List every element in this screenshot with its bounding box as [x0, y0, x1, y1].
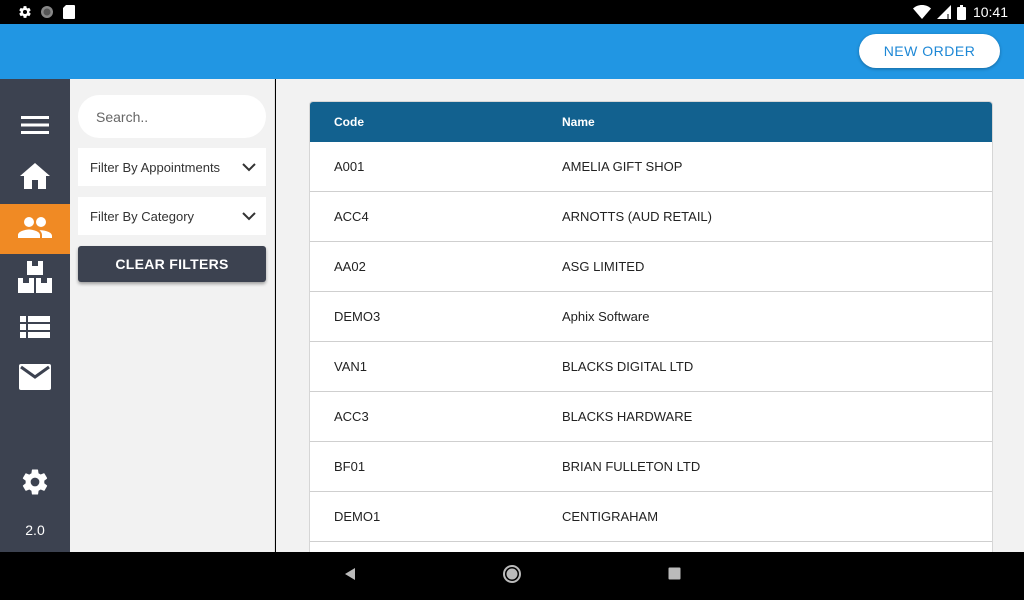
row-code: ACC3 — [334, 409, 369, 424]
customer-table: Code Name A001 AMELIA GIFT SHOP ACC4 ARN… — [309, 101, 993, 552]
search-input[interactable] — [78, 95, 266, 138]
main-content: Code Name A001 AMELIA GIFT SHOP ACC4 ARN… — [276, 79, 1024, 552]
row-code: ACC4 — [334, 209, 369, 224]
recents-button[interactable] — [664, 566, 684, 586]
table-row[interactable]: VAN1 BLACKS DIGITAL LTD — [310, 342, 992, 392]
back-icon — [343, 567, 357, 586]
row-code: BF01 — [334, 459, 366, 474]
table-row[interactable]: A001 AMELIA GIFT SHOP — [310, 142, 992, 192]
nav-rail: 2.0 — [0, 79, 70, 552]
table-row[interactable]: ACC3 BLACKS HARDWARE — [310, 392, 992, 442]
row-name: BLACKS DIGITAL LTD — [562, 359, 694, 374]
row-code: DEMO1 — [334, 509, 381, 524]
nav-list[interactable] — [0, 304, 70, 354]
filter-category-select[interactable]: Filter By Category — [78, 197, 266, 235]
wifi-icon — [912, 5, 931, 19]
nav-mail[interactable] — [0, 354, 70, 404]
table-row[interactable]: DEMO1 CENTIGRAHAM — [310, 492, 992, 542]
settings-icon — [18, 5, 32, 19]
table-row[interactable] — [310, 542, 992, 552]
row-name: CENTIGRAHAM — [562, 509, 659, 524]
new-order-button[interactable]: NEW ORDER — [859, 34, 1000, 68]
row-code: AA02 — [334, 259, 366, 274]
products-icon — [18, 260, 52, 298]
row-name: Aphix Software — [562, 309, 650, 324]
signal-icon — [936, 5, 951, 19]
status-bar: 10:41 — [0, 0, 1024, 24]
circle-icon — [40, 5, 54, 19]
sd-card-icon — [62, 5, 76, 19]
chevron-down-icon — [242, 208, 256, 227]
system-nav-bar — [0, 552, 1024, 600]
recents-icon — [668, 567, 681, 585]
filter-appointments-label: Filter By Appointments — [90, 159, 221, 175]
nav-products[interactable] — [0, 254, 70, 304]
nav-home[interactable] — [0, 153, 70, 203]
table-row[interactable]: AA02 ASG LIMITED — [310, 242, 992, 292]
row-name: ARNOTTS (AUD RETAIL) — [562, 209, 712, 224]
clear-filters-button[interactable]: CLEAR FILTERS — [78, 246, 266, 282]
row-name: AMELIA GIFT SHOP — [562, 159, 683, 174]
column-header-code: Code — [334, 115, 364, 129]
clock: 10:41 — [972, 4, 1008, 20]
column-header-name: Name — [562, 115, 595, 129]
table-row[interactable]: ACC4 ARNOTTS (AUD RETAIL) — [310, 192, 992, 242]
filter-appointments-select[interactable]: Filter By Appointments — [78, 148, 266, 186]
home-circle-icon — [503, 564, 521, 588]
row-name: ASG LIMITED — [562, 259, 645, 274]
filter-category-label: Filter By Category — [90, 208, 195, 224]
app-version: 2.0 — [25, 522, 45, 538]
home-icon — [20, 162, 50, 194]
table-row[interactable]: BF01 BRIAN FULLETON LTD — [310, 442, 992, 492]
row-code: VAN1 — [334, 359, 367, 374]
nav-settings[interactable] — [0, 459, 70, 509]
list-icon — [20, 315, 50, 343]
app-bar: NEW ORDER — [0, 24, 1024, 79]
row-code: A001 — [334, 159, 365, 174]
nav-customers[interactable] — [0, 204, 70, 254]
back-button[interactable] — [340, 566, 360, 586]
table-row[interactable]: DEMO3 Aphix Software — [310, 292, 992, 342]
menu-button[interactable] — [0, 102, 70, 152]
menu-icon — [21, 115, 49, 140]
settings-icon — [20, 467, 50, 502]
table-header: Code Name — [310, 102, 992, 142]
chevron-down-icon — [242, 159, 256, 178]
row-code: DEMO3 — [334, 309, 381, 324]
row-name: BRIAN FULLETON LTD — [562, 459, 701, 474]
home-button[interactable] — [502, 564, 522, 588]
row-name: BLACKS HARDWARE — [562, 409, 693, 424]
customers-icon — [18, 216, 52, 243]
filter-panel: Filter By Appointments Filter By Categor… — [70, 79, 275, 552]
battery-icon — [957, 4, 967, 20]
mail-icon — [19, 363, 51, 395]
